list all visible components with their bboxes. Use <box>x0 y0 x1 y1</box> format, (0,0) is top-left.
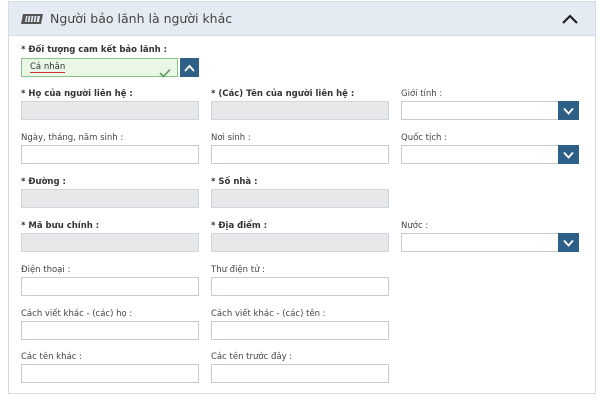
phone-input[interactable] <box>21 277 199 296</box>
email-input[interactable] <box>211 277 389 296</box>
check-icon <box>159 63 171 78</box>
phone-label: Điện thoại : <box>21 265 71 275</box>
birth-date-label: Ngày, tháng, năm sinh : <box>21 133 124 143</box>
house-number-field <box>211 189 389 208</box>
postal-code-field <box>21 233 199 252</box>
street-field <box>21 189 199 208</box>
commitment-subject-value: Cá nhân <box>30 62 66 73</box>
last-name-field <box>21 101 199 120</box>
gender-label: Giới tính : <box>401 89 443 99</box>
alt-last-names-input[interactable] <box>21 321 199 340</box>
postal-code-label: * Mã bưu chính : <box>21 221 100 231</box>
street-label: * Đường : <box>21 177 66 187</box>
email-label: Thư điện tử : <box>211 265 266 275</box>
other-names-label: Các tên khác : <box>21 352 82 362</box>
birth-date-input[interactable] <box>21 145 199 164</box>
other-names-input[interactable] <box>21 364 199 383</box>
chevron-down-icon <box>563 151 574 159</box>
previous-names-input[interactable] <box>211 364 389 383</box>
alt-first-names-label: Cách viết khác - (các) tên : <box>211 309 326 319</box>
ticket-icon <box>19 11 45 27</box>
locality-label: * Địa điểm : <box>211 221 268 231</box>
previous-names-label: Các tên trước đây : <box>211 352 293 362</box>
chevron-down-icon <box>563 107 574 115</box>
country-dropdown-button[interactable] <box>558 233 579 252</box>
panel-title: Người bảo lãnh là người khác <box>50 11 233 26</box>
alt-first-names-input[interactable] <box>211 321 389 340</box>
country-select[interactable] <box>401 233 579 252</box>
commitment-subject-label: * Đối tượng cam kết bảo lãnh : <box>21 45 168 55</box>
chevron-up-icon <box>184 64 195 72</box>
commitment-subject-select[interactable]: Cá nhân <box>21 58 178 78</box>
gender-dropdown-button[interactable] <box>558 101 579 120</box>
last-name-label: * Họ của người liên hệ : <box>21 89 133 99</box>
nationality-label: Quốc tịch : <box>401 133 447 143</box>
gender-select[interactable] <box>401 101 579 120</box>
house-number-label: * Số nhà : <box>211 177 258 187</box>
birth-place-label: Nơi sinh : <box>211 133 251 143</box>
nationality-dropdown-button[interactable] <box>558 145 579 164</box>
alt-last-names-label: Cách viết khác - (các) họ : <box>21 309 133 319</box>
chevron-down-icon <box>563 239 574 247</box>
panel-header[interactable]: Người bảo lãnh là người khác <box>9 2 595 36</box>
birth-place-input[interactable] <box>211 145 389 164</box>
first-name-field <box>211 101 389 120</box>
nationality-select[interactable] <box>401 145 579 164</box>
country-label: Nước : <box>401 221 429 231</box>
locality-field <box>211 233 389 252</box>
first-name-label: * (Các) Tên của người liên hệ : <box>211 89 355 99</box>
chevron-up-icon[interactable] <box>561 11 579 25</box>
commitment-subject-toggle[interactable] <box>180 58 199 77</box>
